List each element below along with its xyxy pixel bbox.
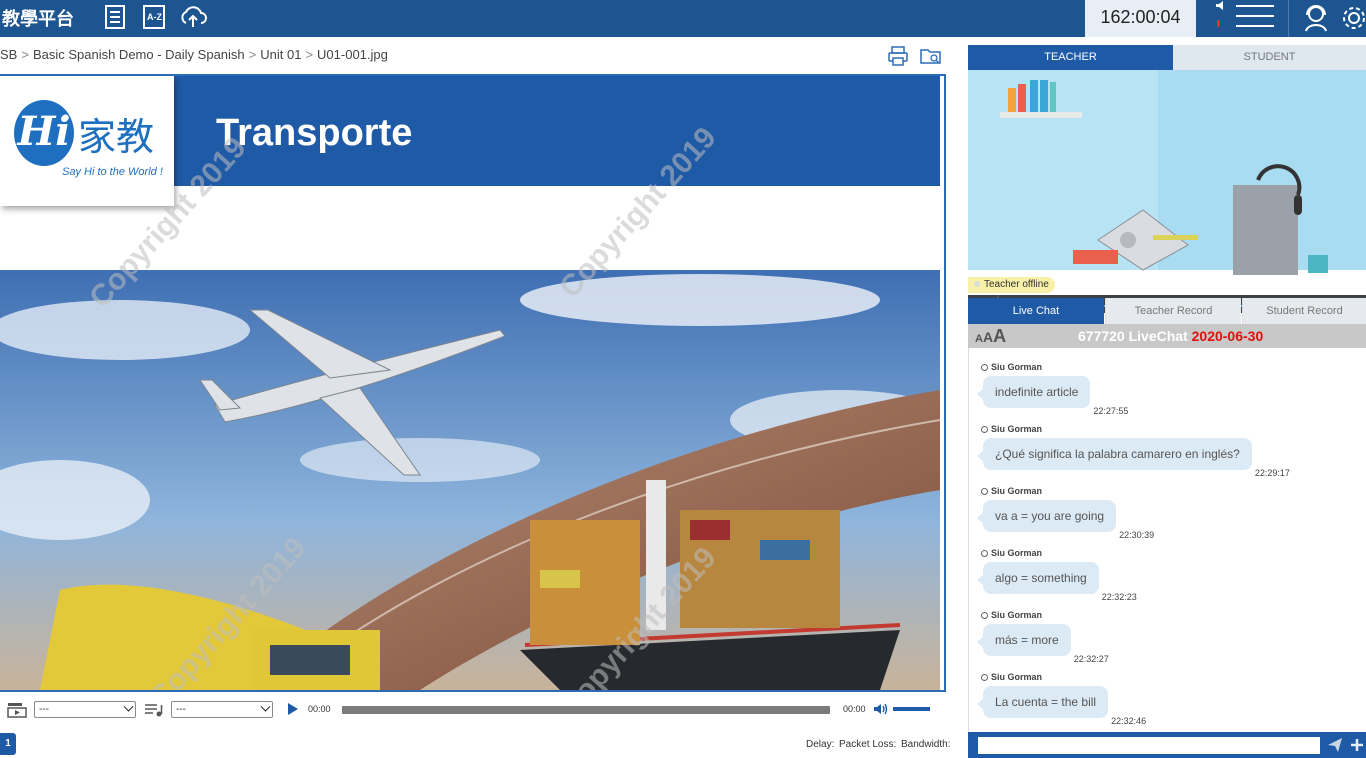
chat-message: Siu Gorman algo = something22:32:23: [977, 548, 1137, 602]
tab-teacher[interactable]: TEACHER: [968, 45, 1173, 70]
audio-list-icon[interactable]: [144, 702, 164, 723]
hi-logo-chinese: 家教: [78, 115, 155, 159]
message-bubble: La cuenta = the bill: [976, 686, 1109, 718]
teacher-status-text: Teacher offline: [984, 279, 1049, 290]
packet-loss-stat: Packet Loss:: [839, 739, 897, 750]
chat-message: Siu Gorman La cuenta = the bill22:32:46: [976, 672, 1147, 726]
message-bubble: ¿Qué significa la palabra camarero en in…: [977, 438, 1252, 470]
video-select-value: ---: [39, 704, 49, 715]
tab-live-chat[interactable]: Live Chat: [968, 298, 1104, 324]
user-icon: [981, 674, 988, 681]
chat-message: Siu Gorman indefinite article22:27:55: [976, 362, 1129, 416]
message-bubble: más = more: [977, 624, 1071, 656]
audio-select[interactable]: ---: [171, 701, 273, 718]
breadcrumb-item[interactable]: SB: [0, 47, 17, 62]
support-agent-icon[interactable]: [1302, 3, 1328, 32]
tab-teacher-record[interactable]: Teacher Record: [1105, 298, 1241, 324]
open-folder-icon[interactable]: [919, 45, 943, 72]
cloud-upload-icon[interactable]: [179, 4, 207, 30]
message-sender: Siu Gorman: [991, 362, 1043, 372]
message-time: 22:32:23: [1101, 592, 1137, 602]
chevron-down-icon: [123, 701, 134, 712]
dictionary-icon[interactable]: A-Z: [142, 4, 168, 30]
chat-room: 677720 LiveChat: [1078, 328, 1188, 344]
message-time: 22:32:27: [1073, 654, 1109, 664]
message-sender: Siu Gorman: [991, 424, 1043, 434]
print-icon[interactable]: [887, 45, 909, 72]
message-time: 22:29:17: [1254, 468, 1290, 478]
chat-composer: [968, 732, 1366, 758]
video-list-icon[interactable]: [7, 702, 27, 723]
chat-message: Siu Gorman va a = you are going22:30:39: [976, 486, 1155, 540]
chat-header: AAA 677720 LiveChat 2020-06-30: [968, 324, 1366, 348]
chat-message: Siu Gorman más = more22:32:27: [977, 610, 1109, 664]
app-brand: 教學平台: [2, 9, 74, 30]
time-current: 00:00: [308, 704, 331, 714]
media-player: --- --- 00:00 00:00: [0, 690, 946, 726]
message-bubble: va a = you are going: [976, 500, 1117, 532]
video-select[interactable]: ---: [34, 701, 136, 718]
volume-slider[interactable]: [893, 707, 930, 711]
page-button[interactable]: 1: [0, 733, 16, 755]
document-list-icon[interactable]: [103, 4, 129, 30]
user-icon: [981, 488, 988, 495]
chat-input[interactable]: [978, 737, 1320, 754]
message-sender: Siu Gorman: [991, 548, 1043, 558]
chat-messages[interactable]: Siu Gorman indefinite article22:27:55 Si…: [968, 348, 1366, 733]
top-bar: 教學平台 A-Z 162:00:04: [0, 0, 1366, 37]
message-time: 22:32:46: [1111, 716, 1147, 726]
message-bubble: indefinite article: [976, 376, 1091, 408]
divider: [1288, 0, 1289, 37]
chat-title: 677720 LiveChat 2020-06-30: [1078, 328, 1263, 344]
delay-stat: Delay:: [806, 739, 835, 750]
bandwidth-stat: Bandwidth:: [901, 739, 951, 750]
breadcrumb: SB > Basic Spanish Demo - Daily Spanish > Un…: [0, 47, 388, 62]
gear-icon[interactable]: [1340, 3, 1366, 29]
chat-message: Siu Gorman ¿Qué significa la palabra cam…: [977, 424, 1290, 478]
chevron-down-icon: [260, 701, 271, 712]
slide-viewer[interactable]: Transporte Hi 家教 Say Hi to the World ! C…: [0, 74, 946, 726]
message-sender: Siu Gorman: [991, 486, 1043, 496]
tab-student-record[interactable]: Student Record: [1242, 298, 1366, 324]
svg-text:A-Z: A-Z: [147, 12, 162, 22]
message-time: 22:27:55: [1093, 406, 1129, 416]
play-icon[interactable]: [287, 702, 299, 721]
user-icon: [981, 426, 988, 433]
message-sender: Siu Gorman: [991, 672, 1043, 682]
hi-logo-tagline: Say Hi to the World !: [62, 166, 163, 178]
teacher-video-feed: Teacher offline: [968, 70, 1366, 313]
seek-bar[interactable]: [342, 706, 830, 714]
audio-select-value: ---: [176, 704, 186, 715]
hi-logo-card: Hi 家教 Say Hi to the World !: [0, 76, 174, 206]
slide-photo: [0, 270, 940, 690]
session-timer: 162:00:04: [1085, 0, 1196, 37]
status-dot: [974, 281, 980, 287]
add-icon[interactable]: [1350, 737, 1364, 758]
message-sender: Siu Gorman: [991, 610, 1043, 620]
message-bubble: algo = something: [977, 562, 1099, 594]
time-total: 00:00: [843, 704, 866, 714]
user-icon: [981, 550, 988, 557]
message-time: 22:30:39: [1119, 530, 1155, 540]
teacher-status-badge: Teacher offline: [968, 277, 1055, 293]
volume-mic-control[interactable]: [1206, 0, 1286, 37]
tab-student[interactable]: STUDENT: [1173, 45, 1366, 70]
user-icon: [981, 364, 988, 371]
breadcrumb-item[interactable]: Unit 01: [260, 47, 301, 62]
user-icon: [981, 612, 988, 619]
hi-logo-mark: Hi: [14, 100, 74, 166]
chat-date: 2020-06-30: [1191, 328, 1264, 344]
font-size-toggle[interactable]: AAA: [975, 326, 1006, 347]
breadcrumb-item: U01-001.jpg: [317, 47, 388, 62]
send-icon[interactable]: [1327, 737, 1343, 758]
breadcrumb-item[interactable]: Basic Spanish Demo - Daily Spanish: [33, 47, 245, 62]
volume-icon[interactable]: [873, 702, 889, 721]
